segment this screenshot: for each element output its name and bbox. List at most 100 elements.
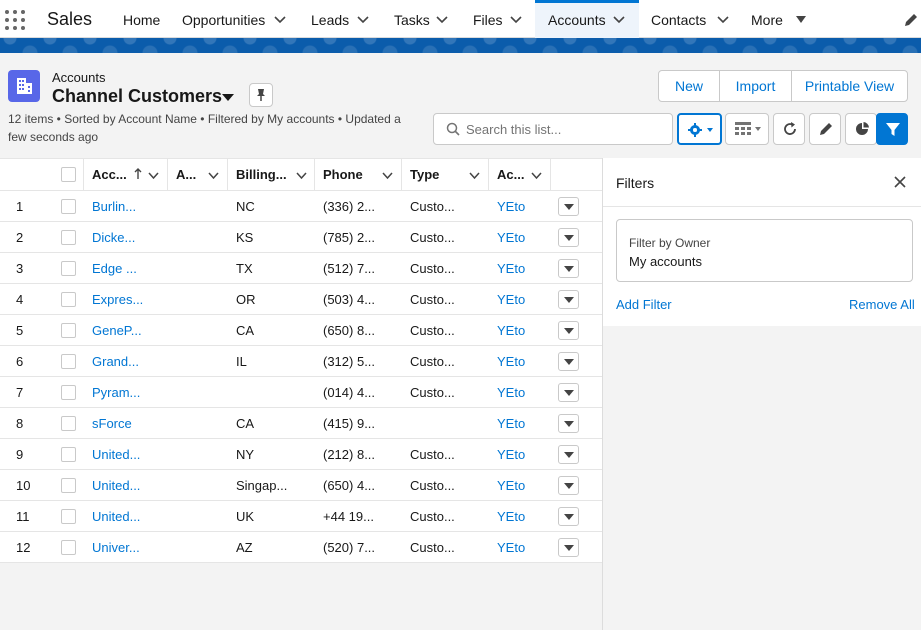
row-actions-button[interactable] — [558, 197, 579, 216]
row-actions-button[interactable] — [558, 290, 579, 309]
chevron-down-icon[interactable] — [436, 15, 448, 24]
row-checkbox[interactable] — [61, 292, 76, 307]
nav-tab-leads[interactable]: Leads — [311, 0, 349, 38]
account-owner-link[interactable]: YEto — [497, 377, 547, 408]
row-checkbox[interactable] — [61, 447, 76, 462]
account-owner-link[interactable]: YEto — [497, 253, 547, 284]
nav-tab-contacts[interactable]: Contacts — [651, 0, 706, 38]
row-checkbox[interactable] — [61, 199, 76, 214]
account-owner-link[interactable]: YEto — [497, 470, 547, 501]
filter-by-owner-card[interactable]: Filter by Owner My accounts — [616, 219, 913, 282]
table-row[interactable]: 6 Grand... IL (312) 5... Custo... YEto — [0, 346, 602, 377]
charts-button[interactable] — [845, 113, 877, 145]
table-row[interactable]: 5 GeneP... CA (650) 8... Custo... YEto — [0, 315, 602, 346]
account-name-link[interactable]: Pyram... — [92, 377, 162, 408]
inline-edit-button[interactable] — [809, 113, 841, 145]
table-row[interactable]: 12 Univer... AZ (520) 7... Custo... YEto — [0, 532, 602, 563]
list-view-title[interactable]: Channel Customers — [52, 86, 222, 107]
row-actions-button[interactable] — [558, 352, 579, 371]
table-row[interactable]: 9 United... NY (212) 8... Custo... YEto — [0, 439, 602, 470]
row-checkbox[interactable] — [61, 416, 76, 431]
row-checkbox[interactable] — [61, 478, 76, 493]
row-checkbox[interactable] — [61, 540, 76, 555]
chevron-down-icon[interactable] — [717, 15, 729, 24]
table-row[interactable]: 1 Burlin... NC (336) 2... Custo... YEto — [0, 191, 602, 222]
close-icon[interactable] — [893, 175, 907, 189]
list-settings-button[interactable] — [677, 113, 722, 145]
account-owner-link[interactable]: YEto — [497, 284, 547, 315]
account-owner-link[interactable]: YEto — [497, 532, 547, 563]
display-as-button[interactable] — [725, 113, 769, 145]
account-name-link[interactable]: Burlin... — [92, 191, 162, 222]
account-owner-link[interactable]: YEto — [497, 408, 547, 439]
row-actions-button[interactable] — [558, 476, 579, 495]
account-owner-link[interactable]: YEto — [497, 501, 547, 532]
table-row[interactable]: 3 Edge ... TX (512) 7... Custo... YEto — [0, 253, 602, 284]
list-view-picker-caret-icon[interactable] — [222, 94, 234, 101]
chevron-down-icon[interactable] — [274, 15, 286, 24]
select-all-checkbox[interactable] — [61, 167, 76, 182]
chevron-down-icon[interactable] — [613, 15, 625, 24]
chevron-down-icon[interactable] — [357, 15, 369, 24]
import-button[interactable]: Import — [720, 71, 792, 101]
account-name-link[interactable]: sForce — [92, 408, 162, 439]
row-actions-button[interactable] — [558, 445, 579, 464]
row-checkbox[interactable] — [61, 354, 76, 369]
pin-list-button[interactable] — [249, 83, 273, 107]
row-actions-button[interactable] — [558, 259, 579, 278]
chevron-down-icon[interactable] — [531, 170, 542, 181]
column-header-billing-state[interactable]: Billing... — [227, 159, 315, 191]
account-owner-link[interactable]: YEto — [497, 222, 547, 253]
account-name-link[interactable]: Dicke... — [92, 222, 162, 253]
nav-tab-opportunities[interactable]: Opportunities — [182, 0, 265, 38]
table-row[interactable]: 2 Dicke... KS (785) 2... Custo... YEto — [0, 222, 602, 253]
column-header-account-name[interactable]: Acc... — [83, 159, 168, 191]
row-checkbox[interactable] — [61, 323, 76, 338]
account-owner-link[interactable]: YEto — [497, 315, 547, 346]
table-row[interactable]: 4 Expres... OR (503) 4... Custo... YEto — [0, 284, 602, 315]
column-header-account-owner[interactable]: Ac... — [488, 159, 551, 191]
chevron-down-icon[interactable] — [382, 170, 393, 181]
row-actions-button[interactable] — [558, 414, 579, 433]
filter-toggle-button[interactable] — [876, 113, 908, 145]
chevron-down-icon[interactable] — [510, 15, 522, 24]
nav-tab-more[interactable]: More — [751, 0, 783, 38]
account-owner-link[interactable]: YEto — [497, 439, 547, 470]
chevron-down-icon[interactable] — [296, 170, 307, 181]
chevron-down-icon[interactable] — [148, 170, 159, 181]
account-name-link[interactable]: Expres... — [92, 284, 162, 315]
refresh-button[interactable] — [773, 113, 805, 145]
row-checkbox[interactable] — [61, 261, 76, 276]
row-checkbox[interactable] — [61, 509, 76, 524]
chevron-down-icon[interactable] — [208, 170, 219, 181]
column-header-account-site[interactable]: A... — [167, 159, 228, 191]
account-name-link[interactable]: Univer... — [92, 532, 162, 563]
account-name-link[interactable]: Edge ... — [92, 253, 162, 284]
table-row[interactable]: 10 United... Singap... (650) 4... Custo... YE… — [0, 470, 602, 501]
row-actions-button[interactable] — [558, 538, 579, 557]
column-header-phone[interactable]: Phone — [314, 159, 402, 191]
account-name-link[interactable]: United... — [92, 470, 162, 501]
account-owner-link[interactable]: YEto — [497, 191, 547, 222]
account-name-link[interactable]: Grand... — [92, 346, 162, 377]
row-checkbox[interactable] — [61, 230, 76, 245]
row-checkbox[interactable] — [61, 385, 76, 400]
printable-view-button[interactable]: Printable View — [792, 71, 907, 101]
row-actions-button[interactable] — [558, 321, 579, 340]
nav-tab-tasks[interactable]: Tasks — [394, 0, 430, 38]
nav-tab-accounts[interactable]: Accounts — [535, 0, 639, 38]
account-name-link[interactable]: United... — [92, 501, 162, 532]
account-name-link[interactable]: GeneP... — [92, 315, 162, 346]
account-name-link[interactable]: United... — [92, 439, 162, 470]
row-actions-button[interactable] — [558, 383, 579, 402]
chevron-down-icon[interactable] — [469, 170, 480, 181]
column-header-type[interactable]: Type — [401, 159, 489, 191]
account-owner-link[interactable]: YEto — [497, 346, 547, 377]
new-button[interactable]: New — [659, 71, 720, 101]
nav-tab-files[interactable]: Files — [473, 0, 503, 38]
add-filter-link[interactable]: Add Filter — [616, 297, 672, 312]
table-row[interactable]: 7 Pyram... (014) 4... Custo... YEto — [0, 377, 602, 408]
edit-nav-pencil-icon[interactable] — [903, 12, 919, 28]
row-actions-button[interactable] — [558, 228, 579, 247]
remove-all-link[interactable]: Remove All — [849, 297, 915, 312]
